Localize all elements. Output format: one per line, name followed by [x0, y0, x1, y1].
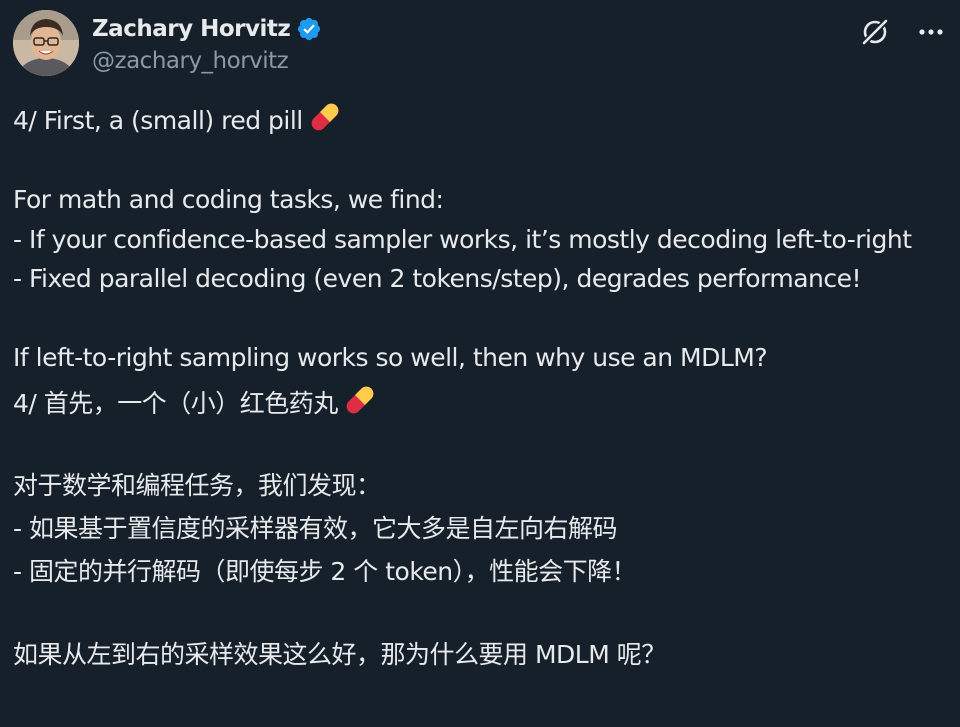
name-row: Zachary Horvitz: [92, 12, 322, 46]
more-icon: [919, 29, 943, 35]
tweet-line: - If your confidence-based sampler works…: [13, 224, 912, 254]
tweet-line: If left-to-right sampling works so well,…: [13, 343, 768, 372]
pill-emoji-icon: [311, 103, 339, 131]
author-block: Zachary Horvitz @zachary_horvitz: [92, 12, 322, 74]
pill-emoji-icon: [346, 386, 374, 413]
header-actions: [859, 16, 947, 48]
tweet-line: For math and coding tasks, we find:: [13, 185, 444, 214]
more-button[interactable]: [915, 16, 947, 48]
avatar[interactable]: [13, 10, 79, 76]
tweet-line-zh: - 如果基于置信度的采样器有效，它大多是自左向右解码: [13, 514, 617, 543]
grok-button[interactable]: [859, 16, 891, 48]
display-name[interactable]: Zachary Horvitz: [92, 16, 291, 42]
avatar-image: [13, 10, 79, 76]
verified-badge-icon: [298, 17, 321, 41]
tweet-line: - Fixed parallel decoding (even 2 tokens…: [13, 264, 862, 293]
tweet: Zachary Horvitz @zachary_horvitz 4/ Firs…: [0, 0, 960, 727]
user-handle[interactable]: @zachary_horvitz: [92, 48, 322, 74]
tweet-line: 4/ First, a (small) red pill: [13, 99, 947, 141]
tweet-line-zh: 对于数学和编程任务，我们发现：: [13, 471, 381, 500]
tweet-line-zh: 4/ 首先，一个（小）红色药丸: [13, 382, 947, 423]
tweet-text: 4/ First, a (small) red pill For math an…: [13, 99, 947, 674]
tweet-line-zh: 如果从左到右的采样效果这么好，那为什么要用 MDLM 呢？: [13, 639, 666, 669]
grok-icon: [861, 18, 889, 46]
tweet-header: Zachary Horvitz @zachary_horvitz: [13, 10, 947, 80]
tweet-line-text: 4/ First, a (small) red pill: [13, 106, 303, 135]
tweet-line-text: 4/ 首先，一个（小）红色药丸: [13, 388, 338, 418]
tweet-line-zh: - 固定的并行解码（即使每步 2 个 token），性能会下降！: [13, 557, 637, 586]
